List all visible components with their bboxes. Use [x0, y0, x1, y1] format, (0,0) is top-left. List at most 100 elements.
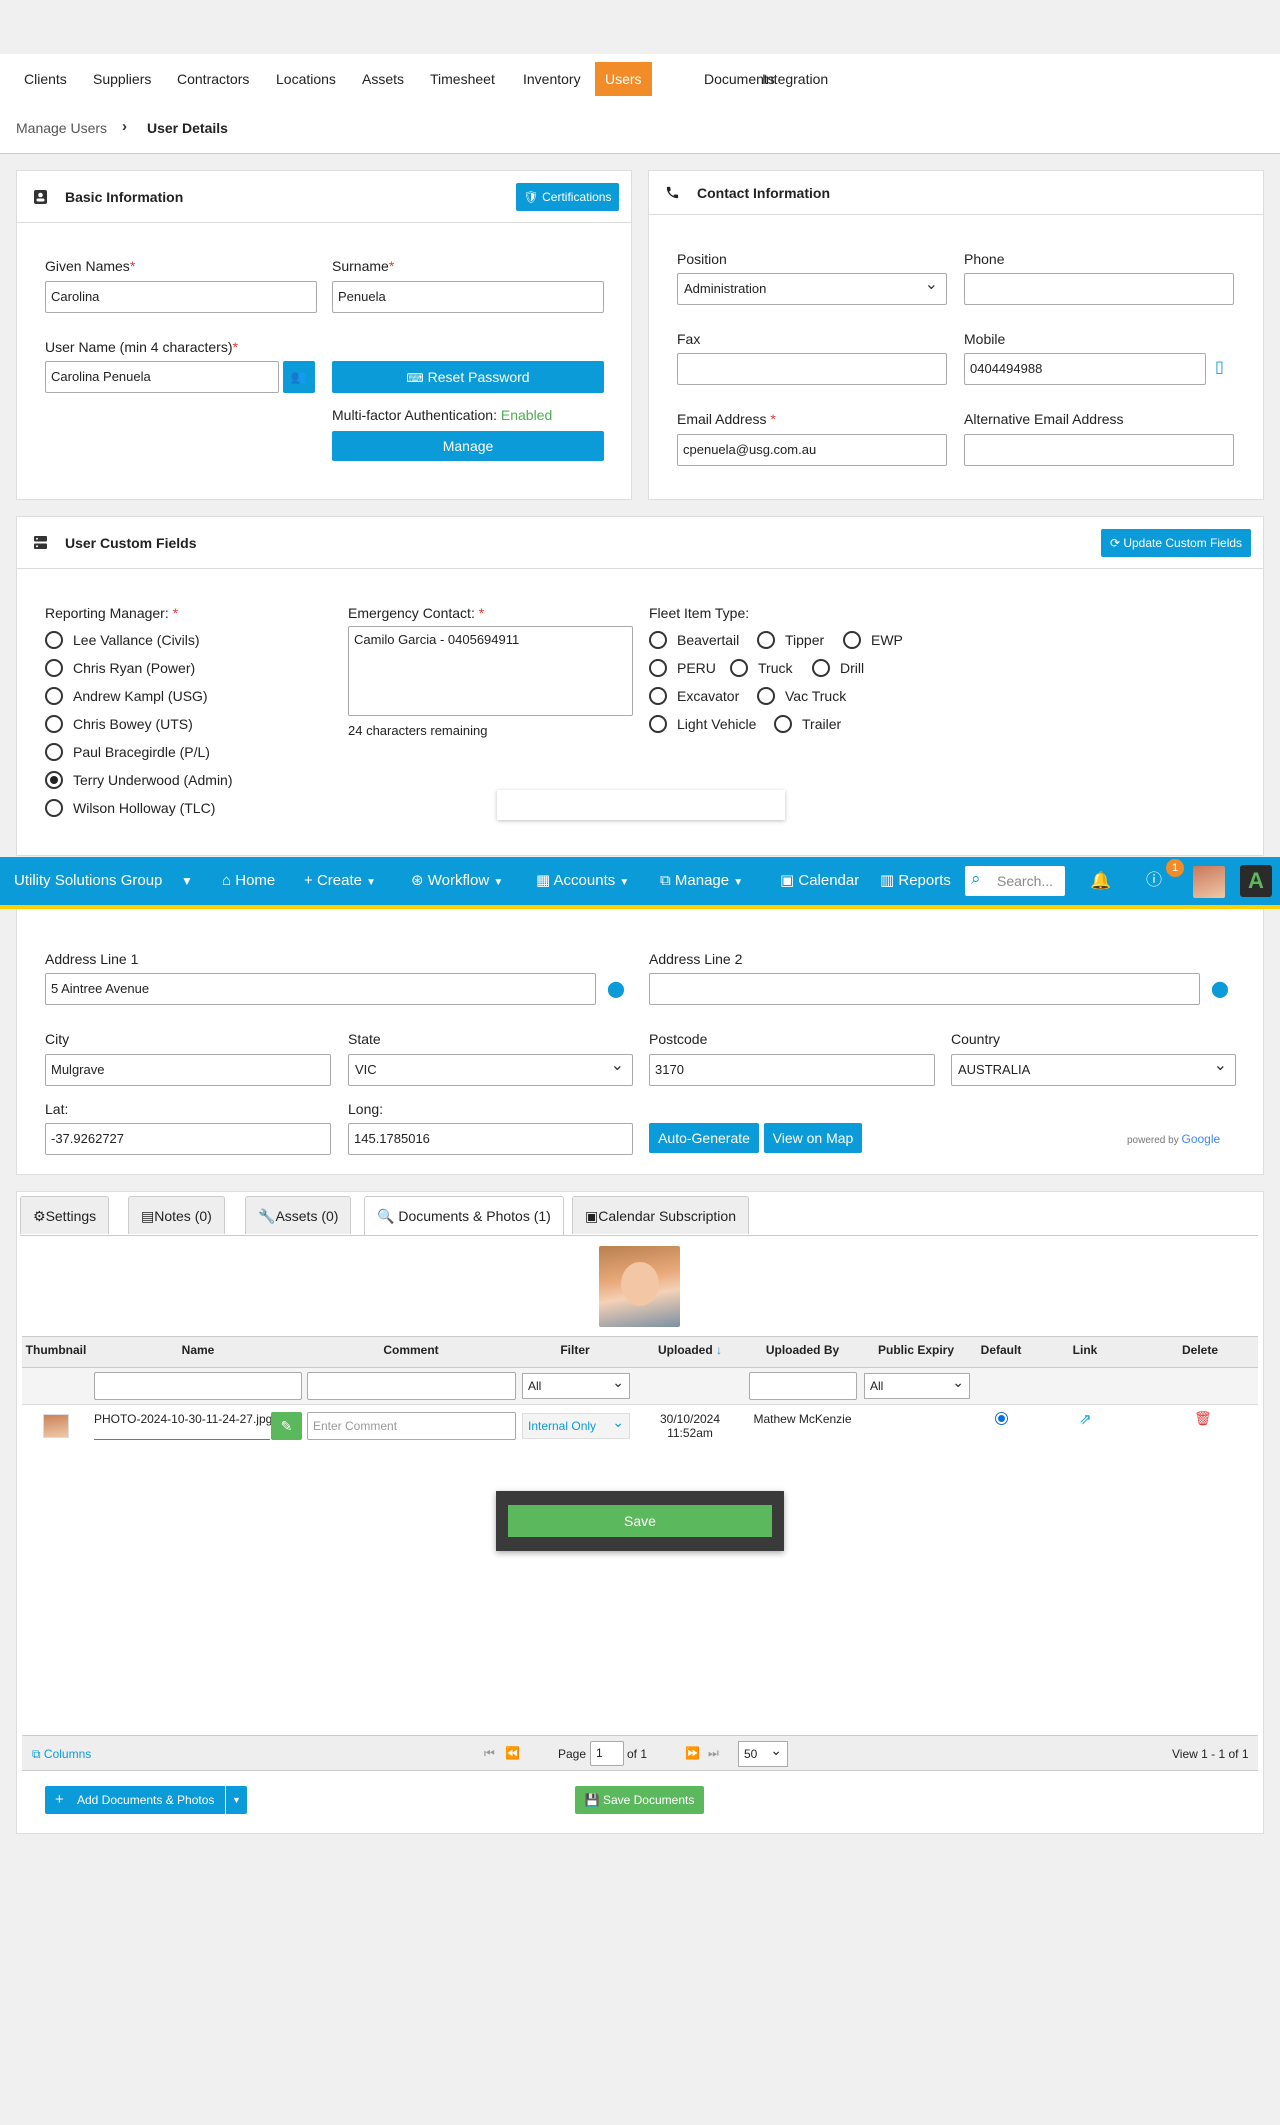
view-on-map-button[interactable]: View on Map: [764, 1123, 862, 1153]
menu-integration[interactable]: Integration: [752, 62, 838, 96]
fleet-radio[interactable]: [649, 715, 667, 733]
menu-suppliers[interactable]: Suppliers: [83, 62, 161, 96]
mobile-phone-icon[interactable]: ▯: [1215, 357, 1224, 377]
manager-radio-label[interactable]: Terry Underwood (Admin): [73, 772, 233, 788]
tab-notes[interactable]: ▤Notes (0): [128, 1196, 225, 1234]
th-uploaded[interactable]: Uploaded ↓: [640, 1343, 740, 1357]
reset-password-button[interactable]: ⌨ Reset Password: [332, 361, 604, 393]
row-filter-select[interactable]: Internal Only: [522, 1410, 630, 1439]
filter-uploaded-by-input[interactable]: [749, 1372, 857, 1400]
fleet-radio[interactable]: [757, 631, 775, 649]
mfa-manage-button[interactable]: Manage: [332, 431, 604, 461]
reports-link[interactable]: ▥ Reports: [880, 857, 951, 905]
manager-radio-label[interactable]: Chris Bowey (UTS): [73, 716, 193, 732]
postcode-input[interactable]: 3170: [649, 1054, 935, 1086]
manager-radio[interactable]: [45, 743, 63, 761]
search-input[interactable]: Search...: [997, 873, 1053, 889]
certifications-button[interactable]: 🛡 Certifications: [516, 183, 619, 211]
fleet-radio[interactable]: [774, 715, 792, 733]
menu-users[interactable]: Users: [595, 62, 652, 96]
tab-assets[interactable]: 🔧Assets (0): [245, 1196, 352, 1234]
fleet-radio-label[interactable]: EWP: [871, 632, 903, 648]
trash-icon[interactable]: 🗑: [1194, 1410, 1212, 1427]
save-documents-button[interactable]: 💾 Save Documents: [575, 1786, 704, 1814]
workflow-menu[interactable]: ⊛ Workflow ▼: [411, 857, 503, 905]
fleet-radio[interactable]: [812, 659, 830, 677]
accounts-menu[interactable]: ▦ Accounts ▼: [536, 857, 629, 905]
filter-comment-input[interactable]: [307, 1372, 516, 1400]
long-input[interactable]: 145.1785016: [348, 1123, 633, 1155]
last-page-icon[interactable]: ⏭: [708, 1746, 719, 1761]
fleet-radio-label[interactable]: Light Vehicle: [677, 716, 756, 732]
tab-settings[interactable]: ⚙Settings: [20, 1196, 110, 1234]
save-button[interactable]: Save: [508, 1505, 772, 1537]
alt-email-input[interactable]: [964, 434, 1234, 466]
help-icon[interactable]: ⓘ: [1146, 857, 1162, 905]
given-names-input[interactable]: Carolina: [45, 281, 317, 313]
menu-clients[interactable]: Clients: [14, 62, 77, 96]
auto-generate-button[interactable]: Auto-Generate: [649, 1123, 759, 1153]
calendar-link[interactable]: ▣ Calendar: [780, 857, 859, 905]
filter-expiry-select[interactable]: All: [864, 1370, 970, 1399]
company-selector[interactable]: Utility Solutions Group: [14, 857, 162, 905]
fleet-radio-label[interactable]: Vac Truck: [785, 688, 846, 704]
fax-input[interactable]: [677, 353, 947, 385]
tab-documents-photos[interactable]: 🔍 Documents & Photos (1): [364, 1196, 564, 1236]
filter-filter-select[interactable]: All: [522, 1370, 630, 1399]
manager-radio-label[interactable]: Wilson Holloway (TLC): [73, 800, 215, 816]
manager-radio[interactable]: [45, 771, 63, 789]
menu-assets[interactable]: Assets: [352, 62, 414, 96]
address-line1-input[interactable]: 5 Aintree Avenue: [45, 973, 596, 1005]
manager-radio[interactable]: [45, 687, 63, 705]
edit-name-button[interactable]: ✎: [271, 1412, 302, 1440]
fleet-radio-label[interactable]: PERU: [677, 660, 716, 676]
fleet-radio-label[interactable]: Tipper: [785, 632, 824, 648]
home-link[interactable]: ⌂ Home: [222, 857, 275, 905]
city-input[interactable]: Mulgrave: [45, 1054, 331, 1086]
bell-icon[interactable]: 🔔: [1090, 857, 1111, 905]
username-input[interactable]: Carolina Penuela: [45, 361, 279, 393]
fleet-radio[interactable]: [649, 631, 667, 649]
email-input[interactable]: cpenuela@usg.com.au: [677, 434, 947, 466]
app-logo[interactable]: A: [1240, 865, 1272, 897]
search-box[interactable]: ⌕ Search...: [965, 866, 1065, 896]
next-page-icon[interactable]: ⏩: [685, 1746, 700, 1760]
manager-radio[interactable]: [45, 799, 63, 817]
breadcrumb-parent[interactable]: Manage Users: [16, 120, 107, 136]
user-avatar[interactable]: [1193, 866, 1225, 898]
fleet-radio[interactable]: [649, 687, 667, 705]
page-input[interactable]: 1: [590, 1741, 624, 1766]
lat-input[interactable]: -37.9262727: [45, 1123, 331, 1155]
external-link-icon[interactable]: ⇗: [1079, 1410, 1092, 1428]
map-pin-icon[interactable]: ⬤: [607, 979, 625, 999]
add-dropdown-caret-icon[interactable]: ▼: [225, 1786, 247, 1814]
fleet-radio-label[interactable]: Truck: [758, 660, 792, 676]
manage-menu[interactable]: ⧉ Manage ▼: [660, 857, 743, 905]
company-chevron-down-icon[interactable]: ▼: [181, 857, 193, 905]
tab-calendar-subscription[interactable]: ▣Calendar Subscription: [572, 1196, 749, 1234]
user-lookup-button[interactable]: 👥: [283, 361, 315, 393]
state-select[interactable]: VIC: [348, 1051, 633, 1086]
manager-radio-label[interactable]: Paul Bracegirdle (P/L): [73, 744, 210, 760]
fleet-radio-label[interactable]: Beavertail: [677, 632, 739, 648]
country-select[interactable]: AUSTRALIA: [951, 1051, 1236, 1086]
add-documents-button[interactable]: + Add Documents & Photos ▼: [45, 1786, 247, 1814]
manager-radio-label[interactable]: Lee Vallance (Civils): [73, 632, 200, 648]
th-public-expiry[interactable]: Public Expiry: [864, 1343, 968, 1357]
page-size-select[interactable]: 50: [738, 1738, 788, 1767]
menu-timesheet[interactable]: Timesheet: [420, 62, 505, 96]
fleet-radio-label[interactable]: Trailer: [802, 716, 841, 732]
fleet-radio[interactable]: [730, 659, 748, 677]
menu-inventory[interactable]: Inventory: [513, 62, 591, 96]
manager-radio[interactable]: [45, 659, 63, 677]
prev-page-icon[interactable]: ⏪: [505, 1746, 520, 1760]
create-menu[interactable]: + Create ▼: [304, 857, 376, 905]
th-default[interactable]: Default: [975, 1343, 1027, 1357]
row-thumbnail[interactable]: [43, 1414, 69, 1438]
emergency-contact-textarea[interactable]: Camilo Garcia - 0405694911: [348, 626, 633, 716]
menu-contractors[interactable]: Contractors: [167, 62, 259, 96]
position-select[interactable]: Administration: [677, 270, 947, 305]
th-name[interactable]: Name: [94, 1343, 302, 1357]
th-uploaded-by[interactable]: Uploaded By: [750, 1343, 855, 1357]
filter-name-input[interactable]: [94, 1372, 302, 1400]
